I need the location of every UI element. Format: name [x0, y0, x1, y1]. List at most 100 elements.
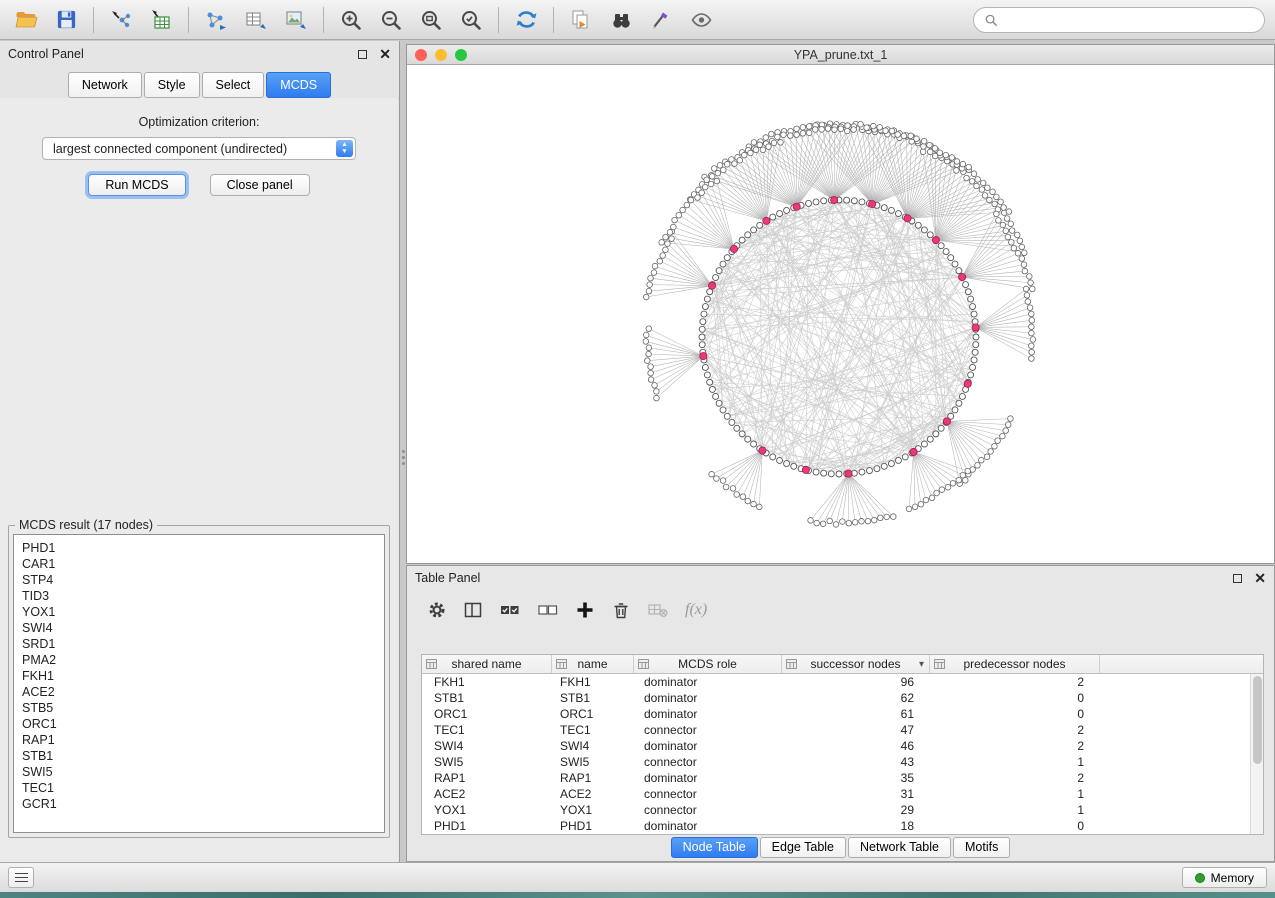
table-cell[interactable]: connector: [634, 787, 782, 801]
table-cell[interactable]: connector: [634, 803, 782, 817]
table-cell[interactable]: ACE2: [552, 787, 634, 801]
close-panel-icon[interactable]: ✕: [1254, 573, 1266, 583]
table-cell[interactable]: FKH1: [552, 675, 634, 689]
table-cell[interactable]: connector: [634, 755, 782, 769]
mcds-result-item[interactable]: PMA2: [22, 652, 384, 668]
table-cell[interactable]: YOX1: [552, 803, 634, 817]
column-header-shared-name[interactable]: shared name: [422, 655, 552, 673]
table-cell[interactable]: 31: [782, 787, 930, 801]
export-network-button[interactable]: [196, 4, 236, 36]
table-cell[interactable]: 1: [930, 787, 1100, 801]
style-brush-button[interactable]: [641, 4, 681, 36]
import-network-file-button[interactable]: [101, 4, 141, 36]
table-cell[interactable]: ACE2: [422, 787, 552, 801]
table-cell[interactable]: 47: [782, 723, 930, 737]
memory-button[interactable]: Memory: [1182, 867, 1267, 888]
zoom-fit-button[interactable]: [411, 4, 451, 36]
table-scrollbar[interactable]: [1250, 674, 1263, 834]
table-cell[interactable]: connector: [634, 723, 782, 737]
network-canvas[interactable]: [407, 65, 1274, 563]
table-cell[interactable]: 46: [782, 739, 930, 753]
table-cell[interactable]: SWI4: [422, 739, 552, 753]
add-column-button[interactable]: [575, 600, 595, 620]
unselect-all-button[interactable]: [537, 600, 559, 620]
hide-table-button[interactable]: [647, 600, 669, 620]
mcds-result-item[interactable]: STP4: [22, 572, 384, 588]
table-row[interactable]: ACE2ACE2connector311: [422, 786, 1250, 802]
table-row[interactable]: TEC1TEC1connector472: [422, 722, 1250, 738]
mcds-result-item[interactable]: TEC1: [22, 780, 384, 796]
table-cell[interactable]: dominator: [634, 675, 782, 689]
show-columns-button[interactable]: [463, 600, 483, 620]
function-builder-button[interactable]: f(x): [685, 601, 707, 619]
search-input[interactable]: [1004, 13, 1254, 27]
table-cell[interactable]: TEC1: [422, 723, 552, 737]
tab-motifs[interactable]: Motifs: [953, 837, 1010, 858]
mcds-result-item[interactable]: SWI4: [22, 620, 384, 636]
table-cell[interactable]: 0: [930, 707, 1100, 721]
export-image-button[interactable]: [276, 4, 316, 36]
table-cell[interactable]: 0: [930, 819, 1100, 833]
tab-node-table[interactable]: Node Table: [671, 837, 758, 858]
table-cell[interactable]: 1: [930, 803, 1100, 817]
search-neighbors-button[interactable]: [601, 4, 641, 36]
zoom-out-button[interactable]: [371, 4, 411, 36]
zoom-selected-button[interactable]: [451, 4, 491, 36]
export-table-button[interactable]: [236, 4, 276, 36]
table-cell[interactable]: 2: [930, 723, 1100, 737]
table-cell[interactable]: ORC1: [422, 707, 552, 721]
table-cell[interactable]: PHD1: [552, 819, 634, 833]
column-header-name[interactable]: name: [552, 655, 634, 673]
mcds-result-item[interactable]: STB5: [22, 700, 384, 716]
table-cell[interactable]: PHD1: [422, 819, 552, 833]
close-panel-icon[interactable]: ✕: [379, 49, 391, 59]
tab-style[interactable]: Style: [144, 72, 200, 98]
table-cell[interactable]: 1: [930, 755, 1100, 769]
column-header-successor-nodes[interactable]: successor nodes ▾: [782, 655, 930, 673]
mcds-result-item[interactable]: STB1: [22, 748, 384, 764]
table-cell[interactable]: TEC1: [552, 723, 634, 737]
mcds-result-item[interactable]: ACE2: [22, 684, 384, 700]
show-hide-button[interactable]: [681, 4, 721, 36]
table-settings-button[interactable]: [427, 600, 447, 620]
table-cell[interactable]: dominator: [634, 771, 782, 785]
table-cell[interactable]: RAP1: [422, 771, 552, 785]
table-cell[interactable]: ORC1: [552, 707, 634, 721]
table-cell[interactable]: 18: [782, 819, 930, 833]
mcds-result-item[interactable]: CAR1: [22, 556, 384, 572]
table-cell[interactable]: 0: [930, 691, 1100, 705]
table-cell[interactable]: 2: [930, 675, 1100, 689]
table-cell[interactable]: dominator: [634, 739, 782, 753]
minimize-window-icon[interactable]: [435, 49, 447, 61]
table-row[interactable]: RAP1RAP1dominator352: [422, 770, 1250, 786]
import-table-file-button[interactable]: [141, 4, 181, 36]
mcds-result-item[interactable]: SRD1: [22, 636, 384, 652]
mcds-result-item[interactable]: RAP1: [22, 732, 384, 748]
table-row[interactable]: SWI5SWI5connector431: [422, 754, 1250, 770]
table-cell[interactable]: STB1: [552, 691, 634, 705]
float-panel-icon[interactable]: [358, 50, 367, 59]
table-row[interactable]: SWI4SWI4dominator462: [422, 738, 1250, 754]
mcds-result-list[interactable]: PHD1CAR1STP4TID3YOX1SWI4SRD1PMA2FKH1ACE2…: [13, 534, 385, 833]
table-cell[interactable]: dominator: [634, 691, 782, 705]
mcds-result-item[interactable]: ORC1: [22, 716, 384, 732]
table-cell[interactable]: STB1: [422, 691, 552, 705]
table-cell[interactable]: SWI5: [552, 755, 634, 769]
table-cell[interactable]: YOX1: [422, 803, 552, 817]
delete-column-button[interactable]: [611, 600, 631, 620]
mcds-result-item[interactable]: TID3: [22, 588, 384, 604]
mcds-result-item[interactable]: FKH1: [22, 668, 384, 684]
table-cell[interactable]: SWI5: [422, 755, 552, 769]
open-session-button[interactable]: [6, 4, 46, 36]
table-cell[interactable]: 29: [782, 803, 930, 817]
table-cell[interactable]: 62: [782, 691, 930, 705]
table-cell[interactable]: dominator: [634, 707, 782, 721]
close-window-icon[interactable]: [415, 49, 427, 61]
table-scrollbar-thumb[interactable]: [1253, 676, 1262, 764]
select-all-button[interactable]: [499, 600, 521, 620]
table-cell[interactable]: 35: [782, 771, 930, 785]
table-cell[interactable]: RAP1: [552, 771, 634, 785]
copy-share-button[interactable]: [561, 4, 601, 36]
table-row[interactable]: FKH1FKH1dominator962: [422, 674, 1250, 690]
table-row[interactable]: PHD1PHD1dominator180: [422, 818, 1250, 834]
